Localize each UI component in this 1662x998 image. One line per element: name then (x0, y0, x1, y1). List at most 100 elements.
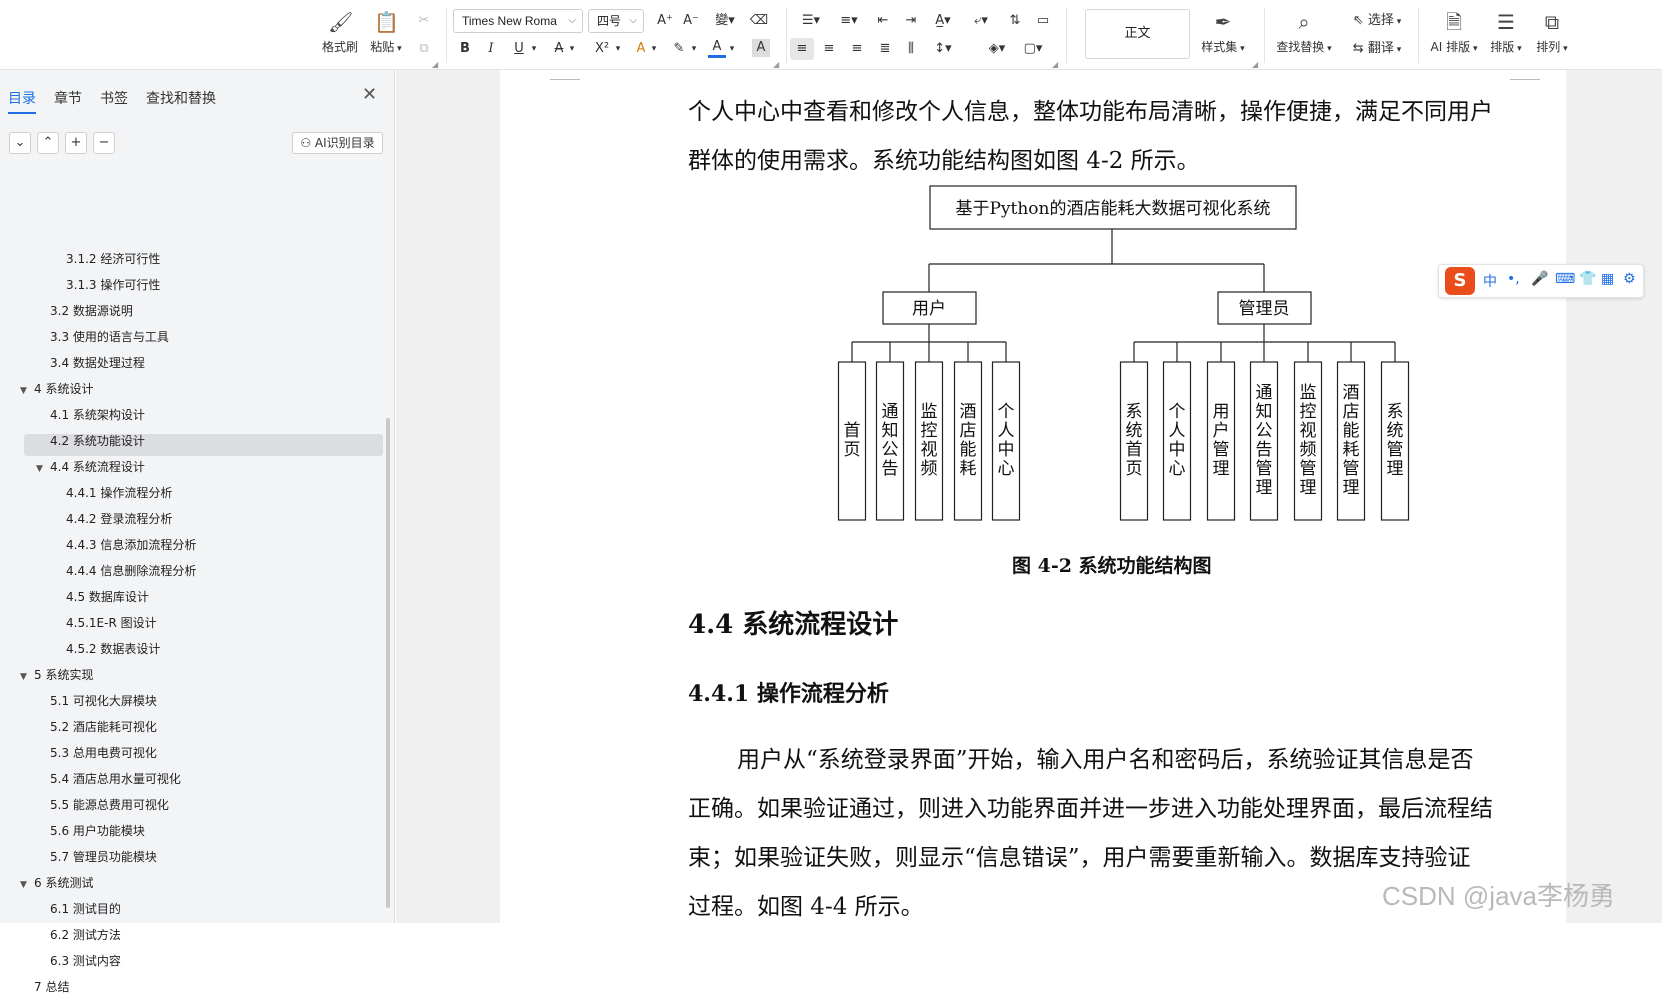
phonetic-guide-icon[interactable]: 變▾ (708, 10, 742, 32)
dialog-launcher-icon[interactable]: ◢ (1052, 60, 1058, 69)
toc-item[interactable]: 4.4.4 信息删除流程分析 (66, 560, 196, 582)
justify-icon[interactable]: ≣ (874, 38, 896, 60)
ime-punctuation-icon[interactable]: •, (1507, 271, 1520, 287)
bold-button[interactable]: B (456, 38, 474, 60)
toc-item[interactable]: 3.1.2 经济可行性 (66, 248, 160, 270)
grow-font-icon[interactable]: A⁺ (654, 10, 676, 32)
shrink-font-icon[interactable]: A⁻ (680, 10, 702, 32)
numbered-list-icon[interactable]: ≡▾ (834, 10, 864, 32)
font-color-button[interactable]: A (708, 38, 726, 58)
superscript-button[interactable]: X² (590, 38, 614, 60)
align-left-icon[interactable]: ≡ (790, 38, 814, 60)
remove-heading-icon[interactable]: − (93, 132, 115, 154)
sort-icon[interactable]: ⇅ (1004, 10, 1026, 32)
select-button[interactable]: ⇖ 选择 ▾ (1346, 10, 1408, 32)
expand-triangle-icon[interactable]: ▼ (20, 380, 34, 402)
chevron-down-icon[interactable]: ▾ (566, 38, 578, 60)
align-right-icon[interactable]: ≡ (846, 38, 868, 60)
toc-item[interactable]: 4.5.1E-R 图设计 (66, 612, 157, 634)
tab-find-replace[interactable]: 查找和替换 (146, 88, 216, 108)
chevron-down-icon[interactable]: ▾ (726, 38, 738, 60)
keyboard-icon[interactable]: ⌨ (1555, 271, 1575, 287)
char-shading-button[interactable]: A (752, 39, 770, 57)
cut-icon[interactable]: ✂ (414, 10, 434, 32)
ime-toolbar[interactable]: S 中 •, 🎤 ⌨ 👕 ▦ ⚙ (1438, 264, 1644, 298)
ai-layout-button[interactable]: 🗎 AI 排版 ▾ (1426, 8, 1482, 64)
toc-item[interactable]: 4.4.1 操作流程分析 (66, 482, 172, 504)
toc-item[interactable]: ▼ 6 系统测试 (20, 872, 93, 894)
toc-item[interactable]: 4.4.3 信息添加流程分析 (66, 534, 196, 556)
toc-item[interactable]: 7 总结 (34, 976, 69, 998)
toc-item[interactable]: 5.1 可视化大屏模块 (50, 690, 157, 712)
toc-item[interactable]: ▼ 5 系统实现 (20, 664, 93, 686)
italic-button[interactable]: I (482, 38, 500, 60)
toolbox-icon[interactable]: ▦ (1601, 271, 1614, 287)
font-size-select[interactable]: 四号 ⌵ (588, 9, 644, 33)
toc-item[interactable]: 4.5.2 数据表设计 (66, 638, 160, 660)
chevron-down-icon[interactable]: ▾ (688, 38, 700, 60)
tab-toc[interactable]: 目录 (8, 88, 36, 114)
dialog-launcher-icon[interactable]: ◢ (1252, 60, 1258, 69)
toc-item[interactable]: 5.6 用户功能模块 (50, 820, 145, 842)
skin-icon[interactable]: 👕 (1579, 271, 1596, 287)
toc-item[interactable]: 6.1 测试目的 (50, 898, 121, 920)
collapse-down-icon[interactable]: ⌄ (9, 132, 31, 154)
line-break-icon[interactable]: ⤶▾ (966, 10, 996, 32)
toc-item-selected[interactable]: 4.1 系统架构设计 (50, 404, 145, 426)
toc-item[interactable]: 3.4 数据处理过程 (50, 352, 145, 374)
toc-item[interactable]: 6.2 测试方法 (50, 924, 121, 946)
toc-item[interactable]: 6.3 测试内容 (50, 950, 121, 972)
increase-indent-icon[interactable]: ⇥ (900, 10, 922, 32)
add-heading-icon[interactable]: + (65, 132, 87, 154)
highlight-icon[interactable]: ✎ (668, 38, 690, 60)
toc-item[interactable]: 5.2 酒店能耗可视化 (50, 716, 157, 738)
close-icon[interactable]: ✕ (362, 84, 377, 105)
toc-item[interactable]: 3.1.3 操作可行性 (66, 274, 160, 296)
line-spacing-icon[interactable]: ↕▾ (928, 38, 958, 60)
chevron-down-icon[interactable]: ▾ (528, 38, 540, 60)
toc-item[interactable]: 3.2 数据源说明 (50, 300, 133, 322)
ime-chinese-mode-icon[interactable]: 中 (1483, 271, 1497, 291)
chevron-down-icon[interactable]: ▾ (612, 38, 624, 60)
copy-icon[interactable]: ⧉ (414, 38, 434, 60)
paste-button[interactable]: 📋 粘贴 ▾ (362, 8, 410, 64)
format-painter-button[interactable]: 🖌 格式刷 (316, 8, 364, 64)
style-gallery-current[interactable]: 正文 (1085, 9, 1190, 59)
collapse-up-icon[interactable]: ⌃ (37, 132, 59, 154)
underline-button[interactable]: U (510, 38, 528, 60)
gear-icon[interactable]: ⚙ (1623, 271, 1636, 287)
font-family-select[interactable]: Times New Roma ⌵ (453, 9, 583, 33)
dialog-launcher-icon[interactable]: ◢ (773, 60, 779, 69)
toc-item[interactable]: 4.4.2 登录流程分析 (66, 508, 172, 530)
tab-chapters[interactable]: 章节 (54, 88, 82, 108)
tab-bookmarks[interactable]: 书签 (100, 88, 128, 108)
toc-item[interactable]: 3.3 使用的语言与工具 (50, 326, 169, 348)
bullet-list-icon[interactable]: ☰▾ (796, 10, 826, 32)
eraser-icon[interactable]: ⌫ (748, 10, 770, 32)
dialog-launcher-icon[interactable]: ◢ (432, 60, 438, 69)
expand-triangle-icon[interactable]: ▼ (20, 666, 34, 688)
toc-item[interactable]: 5.4 酒店总用水量可视化 (50, 768, 181, 790)
decrease-indent-icon[interactable]: ⇤ (872, 10, 894, 32)
chevron-down-icon[interactable]: ▾ (648, 38, 660, 60)
sidebar-scrollbar[interactable] (386, 418, 390, 908)
ai-toc-button[interactable]: ⚇ AI识别目录 (292, 132, 383, 154)
border-icon[interactable]: ▢▾ (1018, 38, 1048, 60)
toc-item[interactable]: 5.7 管理员功能模块 (50, 846, 157, 868)
toc-item[interactable]: ▼ 4 系统设计 (20, 378, 93, 400)
expand-triangle-icon[interactable]: ▼ (36, 458, 50, 480)
toc-item[interactable]: 5.3 总用电费可视化 (50, 742, 157, 764)
toc-item[interactable]: 4.2 系统功能设计 (50, 430, 145, 452)
expand-triangle-icon[interactable]: ▼ (20, 874, 34, 896)
toc-item[interactable]: 5.5 能源总费用可视化 (50, 794, 169, 816)
style-set-button[interactable]: ✒ 样式集 ▾ (1196, 8, 1250, 64)
text-direction-icon[interactable]: A̲▾ (928, 10, 958, 32)
arrange-button[interactable]: ⧉ 排列 ▾ (1530, 8, 1574, 64)
toc-item[interactable]: ▼ 4.4 系统流程设计 (36, 456, 145, 478)
show-marks-icon[interactable]: ▭ (1032, 10, 1054, 32)
find-replace-button[interactable]: ⌕ 查找替换 ▾ (1272, 8, 1336, 64)
distribute-icon[interactable]: ⫼ (900, 38, 922, 60)
microphone-icon[interactable]: 🎤 (1531, 271, 1548, 287)
align-center-icon[interactable]: ≡ (818, 38, 840, 60)
paragraph-shading-icon[interactable]: ◈▾ (982, 38, 1012, 60)
